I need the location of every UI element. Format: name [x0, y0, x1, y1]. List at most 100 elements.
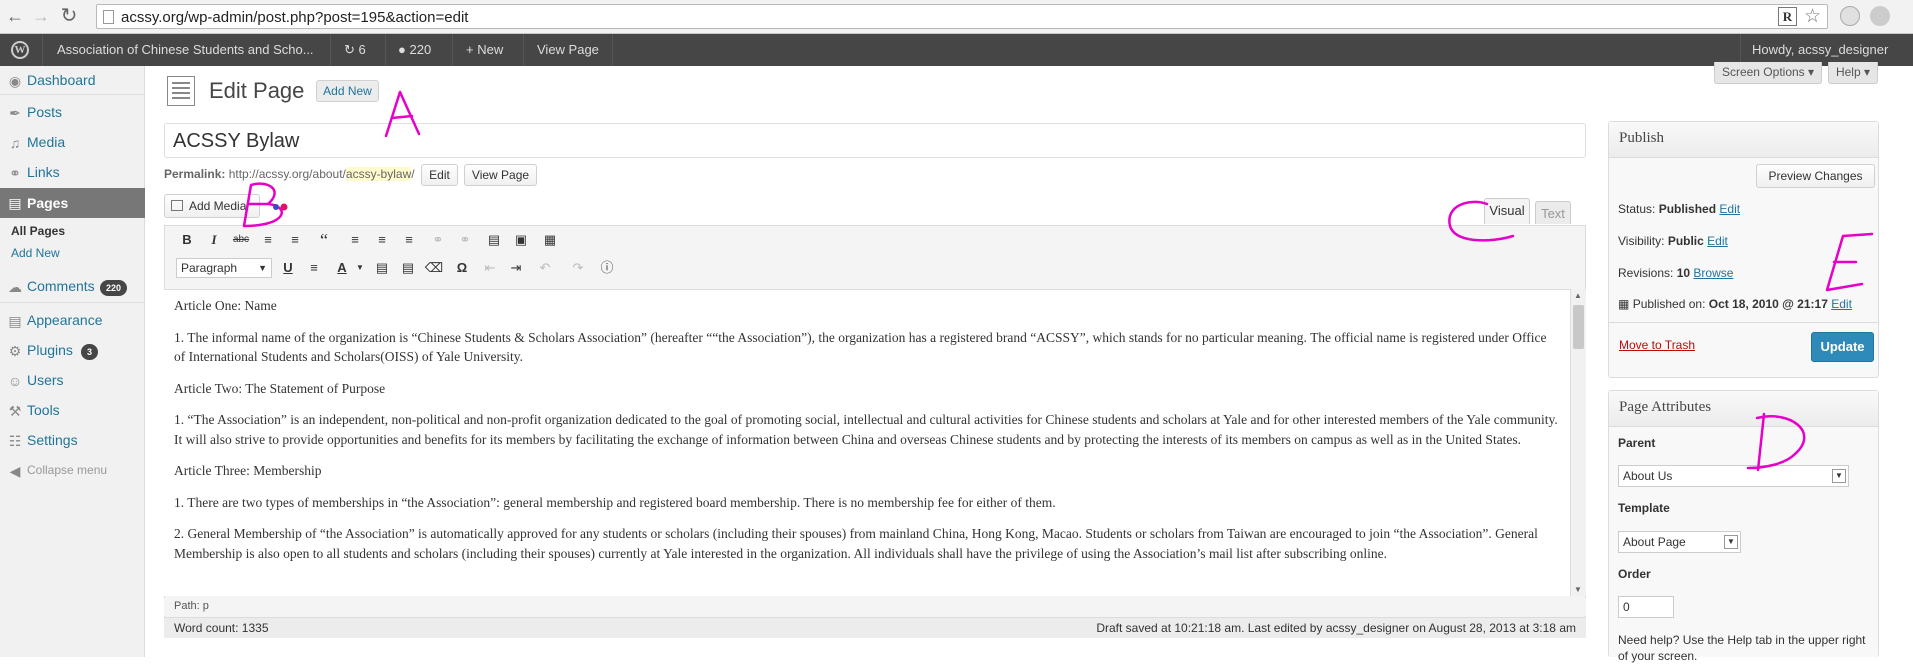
format-select[interactable]: Paragraph ▼	[176, 258, 272, 278]
updates-icon: ↻	[344, 42, 355, 57]
edit-date-link[interactable]: Edit	[1831, 297, 1852, 311]
align-left-icon[interactable]: ≡	[345, 230, 365, 250]
paste-word-icon[interactable]: ▤	[398, 258, 418, 278]
extension-ghost-icon[interactable]	[1870, 6, 1890, 26]
page-title: Edit Page	[209, 78, 305, 103]
fullscreen-icon[interactable]: ▣	[511, 230, 531, 250]
special-character-icon[interactable]: Ω	[452, 258, 472, 278]
extension-globe-icon[interactable]	[1840, 6, 1860, 26]
preview-changes-button[interactable]: Preview Changes	[1756, 164, 1875, 188]
move-to-trash-link[interactable]: Move to Trash	[1619, 338, 1695, 352]
view-page-button[interactable]: View Page	[464, 164, 537, 186]
sidebar-item-posts[interactable]: ✒ Posts	[0, 98, 145, 126]
justify-icon[interactable]: ≡	[304, 258, 324, 278]
permalink-edit-button[interactable]: Edit	[421, 164, 458, 186]
pages-icon: ▤	[8, 195, 22, 211]
editor-path: Path: p	[164, 598, 1586, 616]
content-paragraph: 2. General Membership of “the Associatio…	[174, 526, 1538, 561]
edit-status-link[interactable]: Edit	[1719, 202, 1740, 216]
add-media-button[interactable]: Add Media	[164, 194, 260, 218]
underline-icon[interactable]: U	[278, 258, 298, 278]
numbered-list-icon[interactable]: ≡	[285, 230, 305, 250]
status-row: Status: Published Edit	[1618, 202, 1741, 216]
help-button[interactable]: Help ▾	[1828, 62, 1878, 84]
sidebar-item-appearance[interactable]: ▤ Appearance	[0, 306, 145, 334]
scroll-up-icon[interactable]: ▲	[1574, 291, 1582, 300]
annotation-dot	[280, 203, 288, 211]
indent-icon[interactable]: ⇥	[506, 258, 526, 278]
sidebar-item-users[interactable]: ☺ Users	[0, 366, 145, 394]
site-name-link[interactable]: Association of Chinese Students and Scho…	[57, 34, 314, 66]
bold-icon[interactable]: B	[177, 230, 197, 250]
post-title-input[interactable]: ACSSY Bylaw	[164, 123, 1586, 158]
admin-sidebar: ◉ Dashboard ✒ Posts ♫ Media ⚭ Links ▤ Pa…	[0, 66, 145, 657]
scrollbar-thumb[interactable]	[1573, 305, 1584, 349]
submenu-all-pages[interactable]: All Pages	[11, 224, 65, 238]
redo-icon[interactable]: ↷	[568, 258, 588, 278]
wordpress-logo-icon[interactable]: W	[11, 41, 29, 59]
screen-options-button[interactable]: Screen Options ▾	[1714, 62, 1822, 84]
sidebar-item-pages[interactable]: ▤ Pages	[0, 188, 145, 218]
text-color-icon[interactable]: A	[332, 258, 352, 278]
sidebar-item-settings[interactable]: ☷ Settings	[0, 426, 145, 454]
bullet-list-icon[interactable]: ≡	[258, 230, 278, 250]
editor-scrollbar[interactable]: ▲ ▼	[1570, 289, 1586, 596]
reload-icon[interactable]: ↻	[58, 4, 80, 28]
sidebar-item-links[interactable]: ⚭ Links	[0, 158, 145, 186]
strikethrough-icon[interactable]: abc	[231, 230, 251, 250]
content-paragraph: Article Three: Membership	[174, 463, 322, 478]
template-select[interactable]: About Page ▼	[1618, 531, 1741, 553]
edit-visibility-link[interactable]: Edit	[1707, 234, 1728, 248]
help-text: Need help? Use the Help tab in the upper…	[1618, 633, 1866, 663]
update-button[interactable]: Update	[1811, 332, 1874, 362]
comments-count-badge: 220	[100, 280, 128, 296]
unlink-icon[interactable]: ⚭	[455, 230, 475, 250]
editor-status-bar: Word count: 1335 Draft saved at 10:21:18…	[164, 617, 1586, 638]
publish-box-title[interactable]: Publish	[1609, 122, 1878, 158]
align-right-icon[interactable]: ≡	[399, 230, 419, 250]
permalink-slug[interactable]: acssy-bylaw	[345, 167, 412, 181]
insert-link-icon[interactable]: ⚭	[428, 230, 448, 250]
media-camera-icon	[171, 200, 183, 211]
parent-select[interactable]: About Us ▼	[1618, 465, 1849, 487]
clear-formatting-icon[interactable]: ⌫	[424, 258, 444, 278]
text-color-dropdown-icon[interactable]: ▼	[350, 258, 370, 278]
italic-icon[interactable]: I	[204, 230, 224, 250]
comment-bubble-icon: ●	[398, 42, 406, 57]
order-input[interactable]: 0	[1618, 596, 1674, 618]
annotation-dot	[273, 204, 279, 210]
address-bar[interactable]: acssy.org/wp-admin/post.php?post=195&act…	[96, 4, 1828, 29]
sidebar-item-media[interactable]: ♫ Media	[0, 128, 145, 156]
view-page-link[interactable]: View Page	[537, 34, 599, 66]
forward-icon[interactable]: →	[30, 4, 52, 28]
browse-revisions-link[interactable]: Browse	[1693, 266, 1733, 280]
extension-r-icon[interactable]: R	[1778, 7, 1797, 26]
back-icon[interactable]: ←	[4, 4, 26, 28]
help-circle-icon[interactable]: ⓘ	[597, 258, 617, 278]
content-paragraph: Article One: Name	[174, 298, 277, 313]
comments-link[interactable]: ● 220	[398, 34, 431, 66]
sidebar-item-comments[interactable]: ☁ Comments 220	[0, 272, 145, 300]
collapse-menu-button[interactable]: ◀ Collapse menu	[0, 456, 145, 484]
add-new-button[interactable]: Add New	[316, 80, 379, 102]
undo-icon[interactable]: ↶	[535, 258, 555, 278]
content-paragraph: Article Two: The Statement of Purpose	[174, 380, 386, 396]
kitchen-sink-icon[interactable]: ▦	[540, 230, 560, 250]
sidebar-item-plugins[interactable]: ⚙ Plugins 3	[0, 336, 145, 364]
tab-text[interactable]: Text	[1535, 201, 1571, 224]
submenu-add-new[interactable]: Add New	[11, 246, 60, 260]
scroll-down-icon[interactable]: ▼	[1574, 585, 1582, 594]
tab-visual[interactable]: Visual	[1484, 198, 1530, 224]
blockquote-icon[interactable]: “	[314, 230, 334, 250]
sidebar-item-dashboard[interactable]: ◉ Dashboard	[0, 66, 145, 94]
align-center-icon[interactable]: ≡	[372, 230, 392, 250]
new-content-link[interactable]: + New	[466, 34, 503, 66]
sidebar-item-tools[interactable]: ⚒ Tools	[0, 396, 145, 424]
editor-content[interactable]: Article One: Name 1. The informal name o…	[164, 289, 1570, 596]
paste-text-icon[interactable]: ▤	[372, 258, 392, 278]
updates-link[interactable]: ↻ 6	[344, 34, 366, 66]
bookmark-star-icon[interactable]: ☆	[1804, 5, 1821, 28]
outdent-icon[interactable]: ⇤	[480, 258, 500, 278]
more-tag-icon[interactable]: ▤	[484, 230, 504, 250]
page-attributes-title[interactable]: Page Attributes	[1609, 391, 1878, 427]
